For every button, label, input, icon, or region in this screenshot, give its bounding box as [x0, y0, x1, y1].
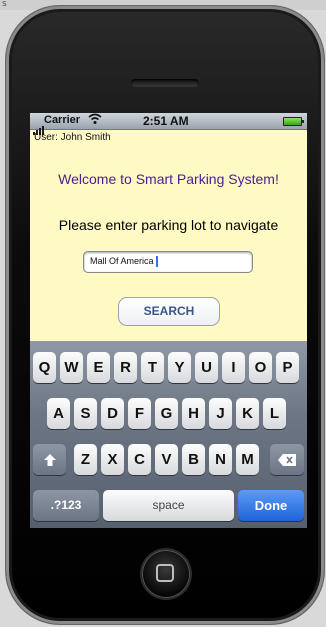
status-bar: Carrier 2:51 AM	[30, 113, 307, 135]
text-cursor	[155, 256, 158, 268]
backspace-key[interactable]	[270, 444, 304, 475]
battery-icon	[283, 117, 304, 126]
key-f[interactable]: F	[128, 398, 151, 429]
carrier-name: Carrier	[44, 114, 81, 126]
onscreen-keyboard: Q W E R T Y U I O P A S D F G H J K L Z …	[30, 341, 307, 528]
key-p[interactable]: P	[276, 352, 299, 383]
key-l[interactable]: L	[263, 398, 286, 429]
parking-lot-prompt: Please enter parking lot to navigate	[58, 217, 279, 233]
key-j[interactable]: J	[209, 398, 232, 429]
welcome-heading: Welcome to Smart Parking System!	[58, 171, 279, 187]
space-key[interactable]: space	[103, 490, 234, 521]
status-time: 2:51 AM	[143, 114, 189, 128]
app-screen: Carrier 2:51 AM User: John Smith Welcome…	[30, 113, 307, 528]
key-k[interactable]: K	[236, 398, 259, 429]
key-q[interactable]: Q	[33, 352, 56, 383]
key-c[interactable]: C	[128, 444, 151, 475]
key-m[interactable]: M	[236, 444, 259, 475]
key-n[interactable]: N	[209, 444, 232, 475]
numbers-key[interactable]: .?123	[33, 490, 99, 521]
key-b[interactable]: B	[182, 444, 205, 475]
done-key[interactable]: Done	[238, 490, 304, 521]
earpiece-speaker	[131, 79, 199, 87]
key-a[interactable]: A	[47, 398, 70, 429]
key-i[interactable]: I	[222, 352, 245, 383]
desktop-text-fragment: s	[2, 0, 7, 9]
parking-lot-input[interactable]: Mall Of America	[83, 251, 253, 273]
shift-arrow-icon	[43, 454, 56, 467]
backspace-icon	[278, 454, 296, 467]
key-e[interactable]: E	[87, 352, 110, 383]
key-s[interactable]: S	[74, 398, 97, 429]
key-t[interactable]: T	[141, 352, 164, 383]
user-label: User: John Smith	[34, 132, 111, 143]
key-r[interactable]: R	[114, 352, 137, 383]
key-d[interactable]: D	[101, 398, 124, 429]
key-x[interactable]: X	[101, 444, 124, 475]
key-h[interactable]: H	[182, 398, 205, 429]
key-g[interactable]: G	[155, 398, 178, 429]
key-u[interactable]: U	[195, 352, 218, 383]
search-button[interactable]: SEARCH	[118, 297, 220, 326]
key-w[interactable]: W	[60, 352, 83, 383]
home-button[interactable]	[142, 550, 190, 598]
home-square-icon	[156, 564, 174, 582]
key-v[interactable]: V	[155, 444, 178, 475]
wifi-icon	[88, 113, 102, 128]
shift-key[interactable]	[33, 444, 66, 475]
key-y[interactable]: Y	[168, 352, 191, 383]
key-o[interactable]: O	[249, 352, 272, 383]
key-z[interactable]: Z	[74, 444, 97, 475]
parking-lot-input-value: Mall Of America	[90, 256, 154, 266]
